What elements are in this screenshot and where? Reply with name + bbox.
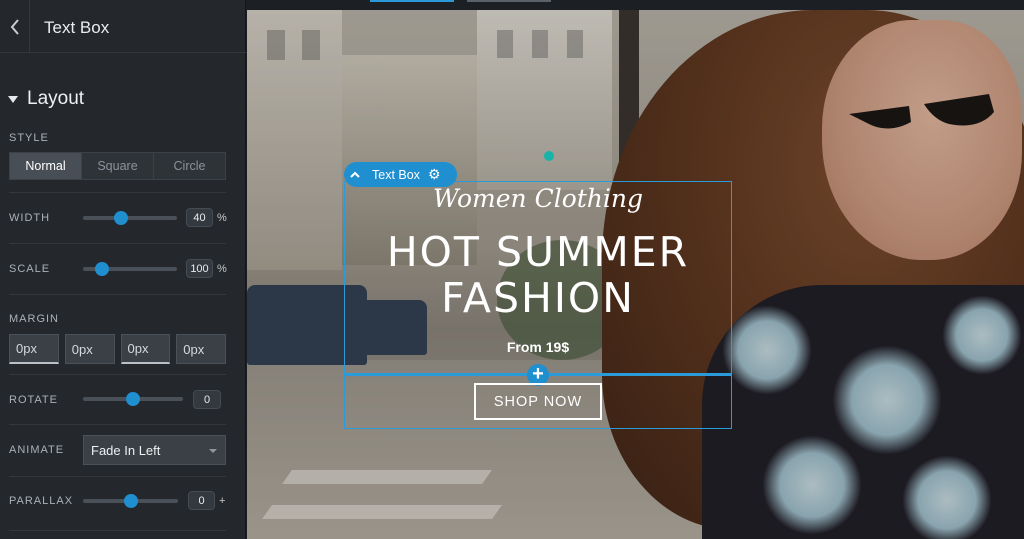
parallax-slider[interactable] [83, 494, 178, 508]
rotate-slider[interactable] [83, 392, 183, 406]
slider-handle[interactable] [126, 392, 140, 406]
element-tab-label: Text Box [372, 167, 420, 182]
layout-section-toggle[interactable]: Layout [8, 88, 84, 110]
margin-left-input[interactable]: 0px [176, 334, 226, 364]
headline[interactable]: HOT SUMMER FASHION [344, 229, 732, 321]
divider [9, 243, 226, 244]
slider-track [83, 216, 177, 220]
rotate-value[interactable]: 0 [193, 390, 221, 409]
margin-bottom-input[interactable]: 0px [120, 334, 171, 364]
active-tab-indicator [370, 0, 454, 2]
chevron-up-icon[interactable] [344, 171, 366, 178]
chevron-left-icon [10, 18, 19, 35]
scale-label: SCALE [9, 263, 51, 275]
gear-icon[interactable]: ⚙ [428, 166, 441, 183]
style-normal-button[interactable]: Normal [10, 153, 82, 179]
editor-canvas[interactable]: Text Box ⚙ Women Clothing HOT SUMMER FAS… [247, 0, 1024, 539]
price-text[interactable]: From 19$ [344, 339, 732, 355]
canvas-topbar [247, 0, 1024, 10]
slider-handle[interactable] [113, 211, 128, 225]
width-unit: % [217, 212, 227, 224]
divider [9, 192, 226, 193]
section-title: Layout [27, 88, 85, 109]
style-circle-button[interactable]: Circle [154, 153, 225, 179]
style-square-button[interactable]: Square [82, 153, 154, 179]
slider-handle[interactable] [123, 494, 138, 508]
divider [9, 374, 226, 375]
sidebar-title: Text Box [44, 18, 110, 37]
width-label: WIDTH [9, 212, 51, 224]
width-slider[interactable] [83, 211, 177, 225]
margin-inputs: 0px 0px 0px 0px [9, 334, 226, 364]
animate-selected-value: Fade In Left [91, 442, 161, 458]
parallax-value[interactable]: 0 [188, 491, 215, 510]
animate-select[interactable]: Fade In Left [83, 435, 226, 465]
sidebar-header: Text Box [0, 0, 246, 53]
parallax-label: PARALLAX [9, 495, 74, 507]
headline-line-1: HOT SUMMER [386, 228, 690, 276]
shop-now-button[interactable]: SHOP NOW [474, 383, 602, 420]
style-segmented-control: Normal Square Circle [9, 152, 226, 180]
margin-top-input[interactable]: 0px [9, 334, 59, 364]
parallax-plus[interactable]: + [219, 495, 225, 507]
back-button[interactable] [0, 0, 30, 53]
caret-down-icon [8, 95, 18, 103]
style-label: STYLE [9, 132, 49, 144]
dropdown-caret-icon [209, 449, 217, 453]
divider [9, 424, 226, 425]
tab-indicator [467, 0, 551, 2]
script-heading[interactable]: Women Clothing [344, 184, 732, 213]
margin-label: MARGIN [9, 313, 59, 325]
margin-right-input[interactable]: 0px [64, 334, 115, 364]
slider-handle[interactable] [94, 262, 109, 276]
width-value[interactable]: 40 [186, 208, 213, 227]
scale-value[interactable]: 100 [186, 259, 213, 278]
headline-line-2: FASHION [441, 274, 635, 322]
divider [9, 530, 226, 531]
divider [9, 294, 226, 295]
divider [9, 476, 226, 477]
settings-sidebar: Text Box Layout STYLE Normal Square Circ… [0, 0, 246, 539]
rotate-label: ROTATE [9, 394, 58, 406]
scale-slider[interactable] [83, 262, 177, 276]
anchor-dot[interactable] [544, 151, 554, 161]
animate-label: ANIMATE [9, 444, 65, 456]
scale-unit: % [217, 263, 227, 275]
